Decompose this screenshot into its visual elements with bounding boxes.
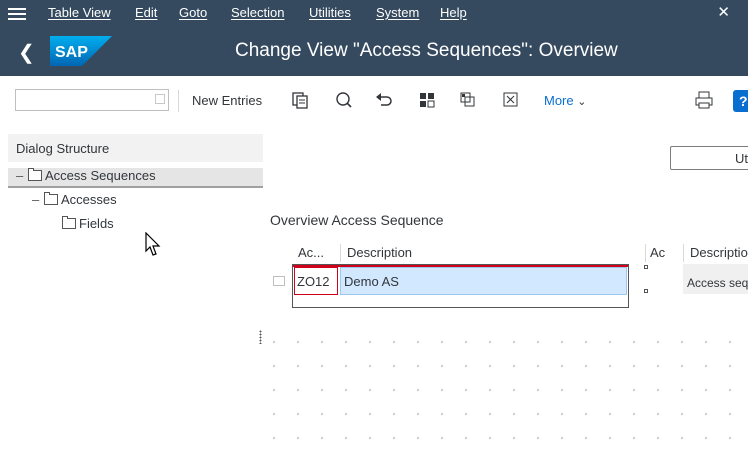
utilities-button[interactable]: Ut <box>670 146 748 170</box>
utilities-button-label: Ut <box>735 151 748 166</box>
cell-corner-marker <box>644 265 648 269</box>
column-header-access-2[interactable]: Ac <box>650 245 665 260</box>
hamburger-menu-icon[interactable] <box>8 5 26 21</box>
column-header-access[interactable]: Ac... <box>298 245 324 260</box>
menu-goto[interactable]: Goto <box>179 5 207 20</box>
tree-item-fields[interactable]: Fields <box>8 216 114 234</box>
empty-table-area <box>262 330 748 459</box>
dialog-structure-header: Dialog Structure <box>8 134 263 162</box>
dialog-structure-title: Dialog Structure <box>16 141 110 156</box>
value-help-icon[interactable] <box>155 94 165 104</box>
back-arrow-icon[interactable]: ❮ <box>18 40 35 65</box>
select-block-icon[interactable] <box>456 88 480 112</box>
page-title: Change View "Access Sequences": Overview <box>235 40 618 61</box>
menu-system[interactable]: System <box>376 5 419 20</box>
more-label: More <box>544 93 574 108</box>
print-icon[interactable] <box>692 88 716 112</box>
find-icon[interactable] <box>332 88 356 112</box>
undo-icon[interactable] <box>372 88 396 112</box>
column-separator <box>683 244 684 262</box>
access-sequence-cell[interactable]: ZO12 <box>294 267 338 295</box>
copy-icon[interactable] <box>289 88 313 112</box>
title-bar: ❮ SAP Change View "Access Sequences": Ov… <box>0 26 748 76</box>
column-separator <box>645 244 646 262</box>
column-separator <box>340 244 341 262</box>
help-icon[interactable]: ? <box>731 88 748 112</box>
folder-open-icon <box>28 168 42 181</box>
more-menu-button[interactable]: More ⌄ <box>544 93 586 108</box>
svg-text:?: ? <box>739 93 748 109</box>
tree-item-label: Fields <box>79 216 114 231</box>
access-sequence-value: ZO12 <box>297 274 330 289</box>
deselect-all-icon[interactable] <box>499 88 523 112</box>
toolbar-separator <box>178 90 179 112</box>
tree-collapse-icon[interactable]: – <box>32 192 40 207</box>
chevron-down-icon: ⌄ <box>577 96 587 108</box>
close-icon[interactable]: ✕ <box>717 3 730 21</box>
tree-item-accesses[interactable]: – Accesses <box>8 192 117 210</box>
menu-help[interactable]: Help <box>440 5 467 20</box>
cell-corner-marker <box>644 289 648 293</box>
overview-title: Overview Access Sequence <box>270 212 444 228</box>
menu-selection[interactable]: Selection <box>231 5 284 20</box>
description-value: Demo AS <box>344 274 399 289</box>
sap-logo-text: SAP <box>55 44 88 61</box>
tree-item-access-sequences[interactable]: – Access Sequences <box>8 168 263 188</box>
new-entries-button[interactable]: New Entries <box>192 93 262 108</box>
row-selector[interactable] <box>273 276 285 286</box>
command-field[interactable] <box>15 89 169 111</box>
mouse-cursor-icon <box>145 232 161 256</box>
column-header-description-2[interactable]: Descriptio <box>690 245 748 260</box>
select-all-icon[interactable] <box>415 88 439 112</box>
cell-right-description: Access seq <box>687 276 748 290</box>
menu-edit[interactable]: Edit <box>135 5 157 20</box>
menu-utilities[interactable]: Utilities <box>309 5 351 20</box>
folder-icon <box>44 192 58 205</box>
sap-logo: SAP <box>50 36 112 66</box>
menu-bar: Table View Edit Goto Selection Utilities… <box>0 0 748 26</box>
folder-icon <box>62 216 76 229</box>
tree-item-label: Accesses <box>61 192 117 207</box>
tree-collapse-icon[interactable]: – <box>16 168 24 183</box>
application-toolbar: New Entries More ⌄ ? <box>0 76 748 126</box>
column-header-description[interactable]: Description <box>347 245 412 260</box>
description-cell[interactable]: Demo AS <box>340 267 627 295</box>
tree-item-label: Access Sequences <box>45 168 156 183</box>
menu-table-view[interactable]: Table View <box>48 5 111 20</box>
